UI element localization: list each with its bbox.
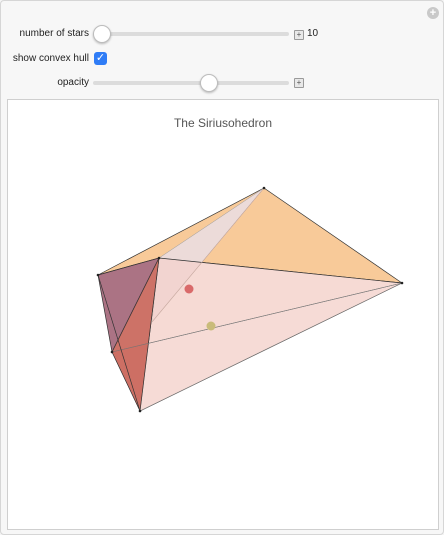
vertex-point xyxy=(400,281,404,285)
stars-label: number of stars xyxy=(19,28,89,39)
plot-panel[interactable]: The Siriusohedron xyxy=(7,99,439,530)
opacity-label: opacity xyxy=(57,77,89,88)
hull-checkbox[interactable]: ✓ xyxy=(94,52,107,65)
vertex-point xyxy=(157,256,161,260)
star-point xyxy=(206,321,216,331)
vertex-point xyxy=(110,350,114,354)
vertex-point xyxy=(138,409,142,413)
demo-window: + number of stars + 10 show convex hull … xyxy=(0,0,444,535)
hull-label: show convex hull xyxy=(12,53,89,64)
vertex-point xyxy=(96,273,100,277)
vertex-point xyxy=(262,186,266,190)
stars-value: 10 xyxy=(307,28,319,39)
opacity-slider-thumb[interactable] xyxy=(200,74,218,92)
checkmark-icon: ✓ xyxy=(95,52,106,64)
plus-circle-icon[interactable]: + xyxy=(427,7,439,19)
stars-slider-track[interactable] xyxy=(93,32,289,36)
opacity-slider-track[interactable] xyxy=(93,81,289,85)
opacity-plus-square-icon[interactable]: + xyxy=(294,78,304,88)
star-point xyxy=(184,284,194,294)
stars-slider-thumb[interactable] xyxy=(93,25,111,43)
stars-plus-square-icon[interactable]: + xyxy=(294,30,304,40)
polyhedron-graphic[interactable] xyxy=(8,100,438,529)
